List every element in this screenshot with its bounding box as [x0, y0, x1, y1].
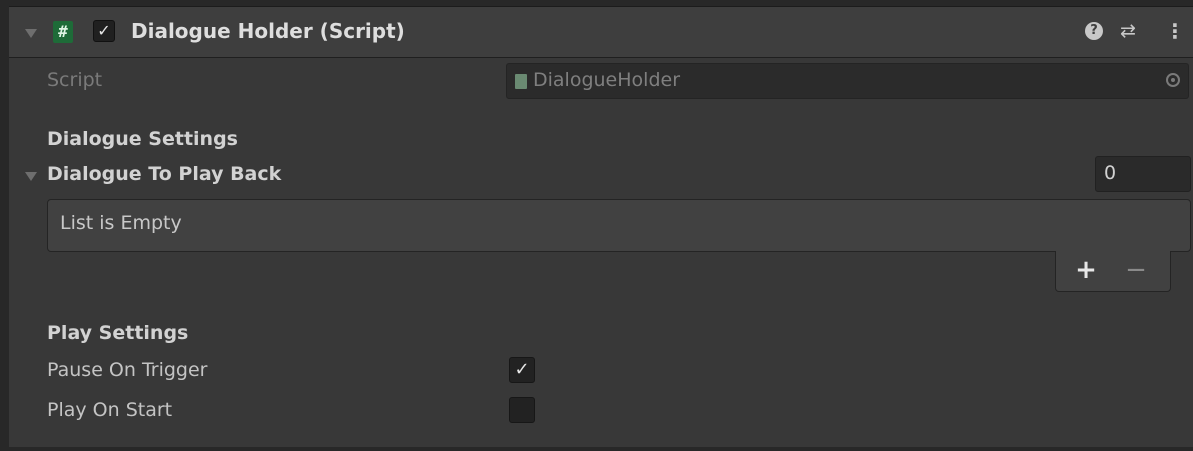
- play-on-start-label: Play On Start: [47, 399, 173, 421]
- pause-on-trigger-label: Pause On Trigger: [47, 359, 208, 381]
- list-empty-text: List is Empty: [60, 212, 182, 234]
- object-picker-icon[interactable]: [1166, 73, 1180, 87]
- component-title: Dialogue Holder (Script): [131, 19, 405, 43]
- dialogue-list: List is Empty: [47, 199, 1191, 252]
- component-header[interactable]: # ✓ Dialogue Holder (Script) ? ⇄ ⋮: [9, 7, 1193, 58]
- pause-on-trigger-checkbox[interactable]: ✓: [509, 357, 535, 383]
- dialogue-settings-header: Dialogue Settings: [47, 128, 238, 150]
- script-field-label: Script: [47, 69, 103, 91]
- add-element-button[interactable]: +: [1071, 255, 1101, 285]
- play-on-start-checkbox[interactable]: [509, 397, 535, 423]
- list-size-value: 0: [1104, 162, 1117, 184]
- list-foldout-icon[interactable]: [25, 172, 37, 181]
- script-object-field[interactable]: DialogueHolder: [506, 63, 1189, 99]
- help-icon[interactable]: ?: [1085, 22, 1103, 40]
- component-enable-toggle[interactable]: ✓: [93, 20, 115, 42]
- kebab-menu-icon[interactable]: ⋮: [1165, 19, 1185, 43]
- script-field-value: DialogueHolder: [533, 69, 680, 91]
- script-file-icon: [515, 74, 527, 89]
- play-settings-header: Play Settings: [47, 322, 189, 344]
- script-icon: #: [53, 21, 73, 43]
- component-foldout-icon[interactable]: [25, 29, 37, 38]
- remove-element-button[interactable]: −: [1121, 255, 1151, 285]
- list-footer: + −: [1055, 251, 1171, 292]
- presets-icon[interactable]: ⇄: [1120, 19, 1136, 43]
- dialogue-list-label[interactable]: Dialogue To Play Back: [47, 163, 281, 185]
- inspector-panel: # ✓ Dialogue Holder (Script) ? ⇄ ⋮ Scrip…: [9, 6, 1193, 447]
- list-size-field[interactable]: 0: [1095, 156, 1191, 192]
